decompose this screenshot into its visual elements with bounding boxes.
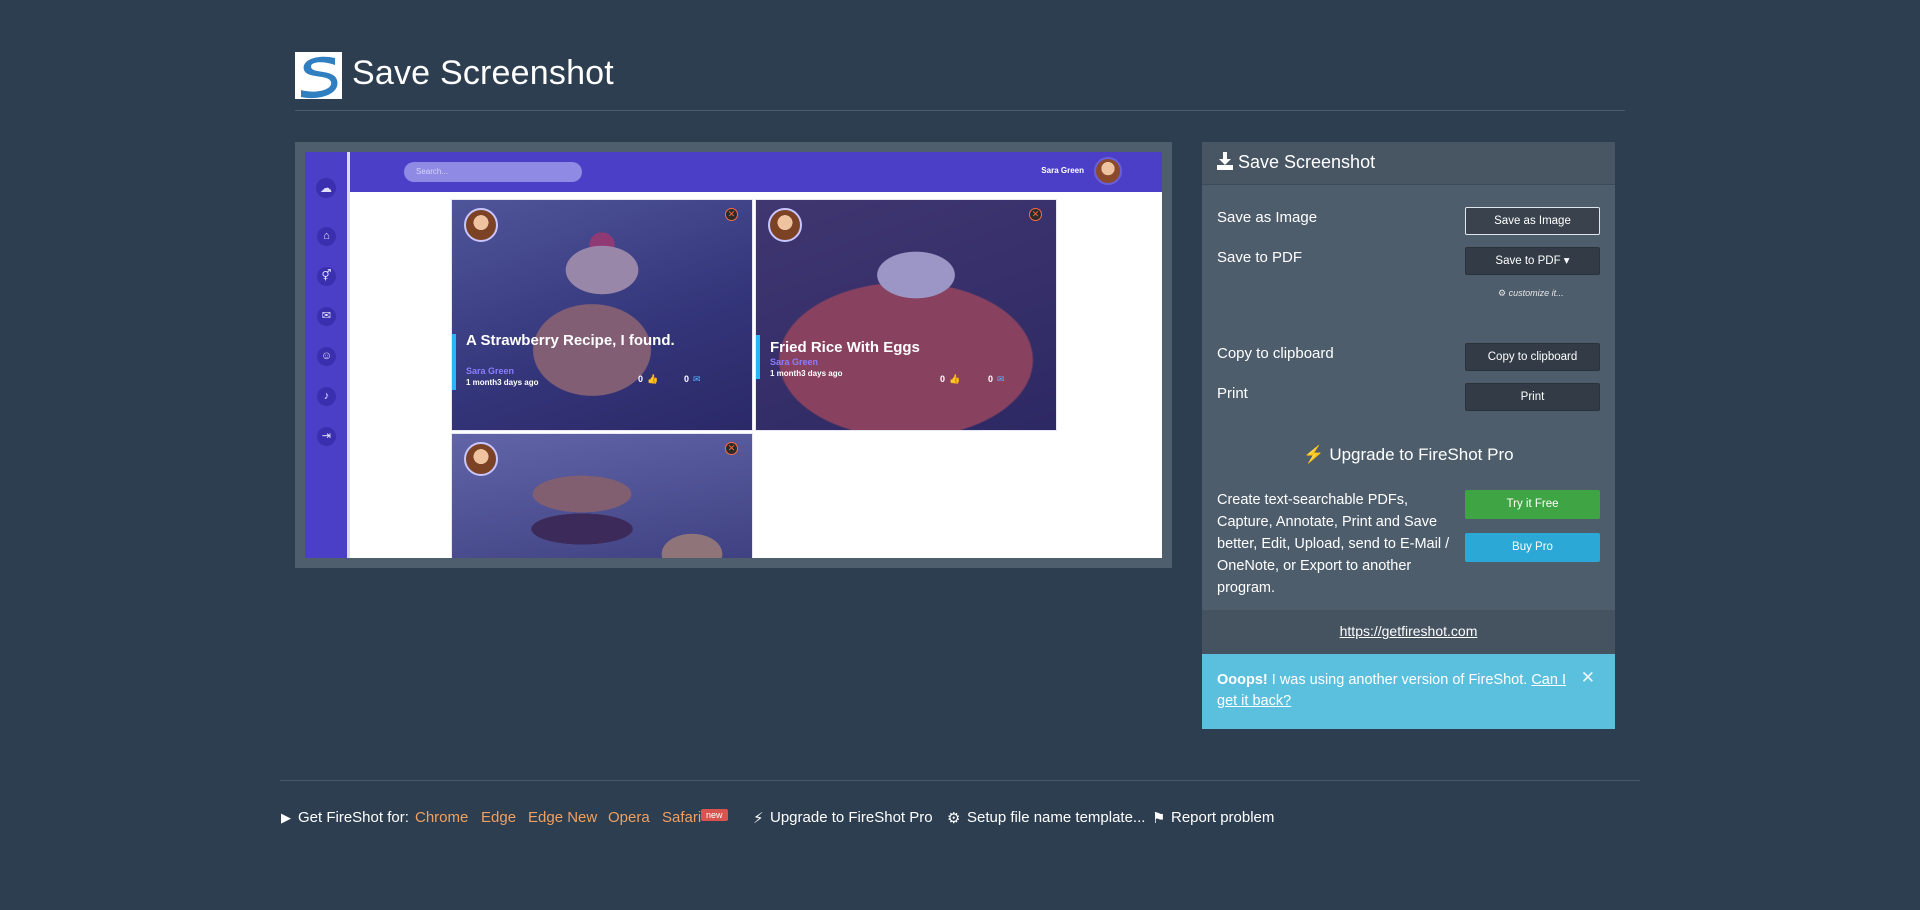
opera-link[interactable]: Opera	[608, 809, 650, 826]
screenshot-preview: ☁ ⌂ ⚥ ✉ ☺ ♪ ⇥ Search... Sara Green ✕ A S…	[305, 152, 1162, 558]
gear-icon: ⚙	[1498, 288, 1507, 298]
preview-topbar: Search... Sara Green	[350, 152, 1162, 192]
comment-count: 0 ✉	[988, 374, 1005, 384]
save-as-image-button[interactable]: Save as Image	[1465, 207, 1600, 235]
download-icon	[1217, 152, 1233, 170]
thumbs-up-icon: 👍	[949, 374, 961, 384]
print-label: Print	[1217, 385, 1248, 402]
preview-group-icon: ☺	[317, 347, 336, 366]
fireshot-logo	[295, 52, 342, 99]
thumbs-up-icon: 👍	[647, 374, 659, 384]
page-header: Save Screenshot	[295, 52, 1625, 111]
get-fireshot-label: Get FireShot for:	[298, 809, 409, 826]
getfireshot-link[interactable]: https://getfireshot.com	[1202, 623, 1615, 639]
page-title: Save Screenshot	[352, 54, 614, 92]
new-badge: new	[701, 809, 728, 821]
report-problem-link[interactable]: Report problem	[1171, 809, 1274, 826]
save-to-pdf-button[interactable]: Save to PDF ▾	[1465, 247, 1600, 275]
copy-label: Copy to clipboard	[1217, 345, 1334, 362]
footer-upgrade-link[interactable]: Upgrade to FireShot Pro	[770, 809, 933, 826]
edge-link[interactable]: Edge	[481, 809, 516, 826]
copy-to-clipboard-button[interactable]: Copy to clipboard	[1465, 343, 1600, 371]
preview-avatar	[1094, 157, 1122, 185]
preview-sidebar: ☁ ⌂ ⚥ ✉ ☺ ♪ ⇥	[305, 152, 350, 558]
comment-count: 0 ✉	[684, 374, 701, 384]
save-image-label: Save as Image	[1217, 209, 1318, 226]
panel-title: Save Screenshot	[1238, 152, 1376, 172]
preview-card-fried-rice: ✕ Fried Rice With Eggs Sara Green 1 mont…	[755, 199, 1057, 431]
setup-template-link[interactable]: Setup file name template...	[967, 809, 1145, 826]
preview-search: Search...	[404, 162, 582, 182]
flag-icon: ⚑	[1152, 810, 1166, 827]
card-time: 1 month3 days ago	[770, 369, 843, 378]
edge-new-link[interactable]: Edge New	[528, 809, 597, 826]
card-author: Sara Green	[770, 357, 819, 367]
pro-description: Create text-searchable PDFs, Capture, An…	[1217, 492, 1450, 596]
print-button[interactable]: Print	[1465, 383, 1600, 411]
preview-gender-icon: ⚥	[317, 267, 336, 286]
comment-icon: ✉	[693, 374, 701, 384]
comment-icon: ✉	[997, 374, 1005, 384]
panel-footer: https://getfireshot.com	[1202, 610, 1615, 654]
save-pdf-label: Save to PDF	[1217, 249, 1303, 266]
play-icon: ▶	[281, 810, 291, 825]
card-time: 1 month3 days ago	[466, 378, 539, 387]
bolt-icon: ⚡	[1303, 445, 1325, 464]
save-panel: Save Screenshot Save as Image Save as Im…	[1202, 142, 1615, 729]
close-icon[interactable]: ✕	[1581, 668, 1595, 688]
preview-home-icon: ⌂	[317, 227, 336, 246]
screenshot-preview-frame: ☁ ⌂ ⚥ ✉ ☺ ♪ ⇥ Search... Sara Green ✕ A S…	[295, 142, 1172, 568]
footer-divider	[280, 780, 1640, 781]
preview-bell-icon: ♪	[317, 387, 336, 406]
card-author-avatar	[464, 208, 498, 242]
preview-chat-icon: ✉	[317, 307, 336, 326]
close-icon: ✕	[1029, 208, 1042, 221]
like-count: 0 👍	[638, 374, 659, 384]
buy-pro-button[interactable]: Buy Pro	[1465, 533, 1600, 562]
customize-pdf-link[interactable]: ⚙ customize it...	[1498, 288, 1564, 299]
chrome-link[interactable]: Chrome	[415, 809, 468, 826]
card-author-avatar	[768, 208, 802, 242]
bolt-icon: ⚡	[753, 810, 764, 827]
close-icon: ✕	[725, 442, 738, 455]
try-it-free-button[interactable]: Try it Free	[1465, 490, 1600, 519]
preview-user-name: Sara Green	[1041, 166, 1084, 175]
gear-icon: ⚙	[947, 810, 961, 827]
card-title: A Strawberry Recipe, I found.	[466, 332, 675, 349]
version-alert: Ooops! I was using another version of Fi…	[1202, 654, 1615, 729]
close-icon: ✕	[725, 208, 738, 221]
alert-message: Ooops! I was using another version of Fi…	[1217, 672, 1566, 709]
card-author-avatar	[464, 442, 498, 476]
preview-logout-icon: ⇥	[317, 427, 336, 446]
preview-card-burger: ✕	[451, 433, 753, 558]
upgrade-heading: ⚡ Upgrade to FireShot Pro	[1303, 445, 1514, 464]
panel-header: Save Screenshot	[1202, 142, 1615, 185]
preview-card-pancakes: ✕ A Strawberry Recipe, I found. Sara Gre…	[451, 199, 753, 431]
like-count: 0 👍	[940, 374, 961, 384]
safari-link[interactable]: Safari	[662, 809, 701, 826]
card-author: Sara Green	[466, 366, 515, 376]
card-title: Fried Rice With Eggs	[770, 339, 920, 356]
preview-logo-icon: ☁	[316, 178, 336, 198]
